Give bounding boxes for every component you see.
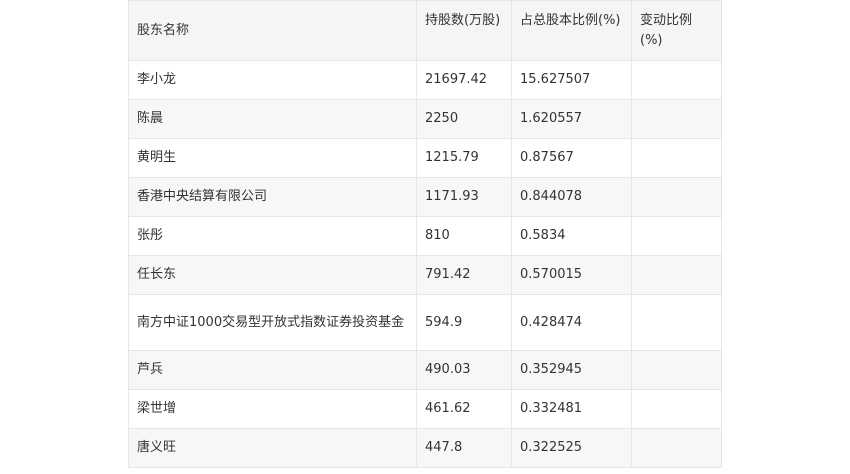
cell-shareholder-name: 张彤: [128, 216, 417, 256]
cell-shareholder-name: 黄明生: [128, 138, 417, 178]
cell-shares-held: 810: [416, 216, 512, 256]
table-row: 芦兵 490.03 0.352945: [128, 350, 722, 390]
cell-share-ratio: 0.570015: [511, 255, 632, 295]
cell-shares-held: 1171.93: [416, 177, 512, 217]
cell-share-ratio: 0.352945: [511, 350, 632, 390]
cell-share-ratio: 15.627507: [511, 60, 632, 100]
table-row: 梁世增 461.62 0.332481: [128, 389, 722, 429]
cell-change-ratio: [631, 60, 722, 100]
shareholder-table: 股东名称 持股数(万股) 占总股本比例(%) 变动比例(%) 李小龙 21697…: [128, 0, 722, 468]
cell-shareholder-name: 唐义旺: [128, 428, 417, 468]
table-row: 李小龙 21697.42 15.627507: [128, 60, 722, 100]
cell-share-ratio: 0.322525: [511, 428, 632, 468]
cell-change-ratio: [631, 389, 722, 429]
cell-shareholder-name: 梁世增: [128, 389, 417, 429]
cell-shares-held: 791.42: [416, 255, 512, 295]
cell-change-ratio: [631, 216, 722, 256]
cell-change-ratio: [631, 138, 722, 178]
table-row: 黄明生 1215.79 0.87567: [128, 138, 722, 178]
cell-change-ratio: [631, 255, 722, 295]
shareholder-table-container: 股东名称 持股数(万股) 占总股本比例(%) 变动比例(%) 李小龙 21697…: [128, 0, 722, 468]
table-header-row: 股东名称 持股数(万股) 占总股本比例(%) 变动比例(%): [128, 0, 722, 61]
cell-shares-held: 21697.42: [416, 60, 512, 100]
cell-change-ratio: [631, 177, 722, 217]
table-row: 张彤 810 0.5834: [128, 216, 722, 256]
header-shares-held: 持股数(万股): [416, 0, 512, 61]
cell-shares-held: 594.9: [416, 294, 512, 351]
header-change-ratio: 变动比例(%): [631, 0, 722, 61]
table-row: 任长东 791.42 0.570015: [128, 255, 722, 295]
cell-change-ratio: [631, 99, 722, 139]
cell-shareholder-name: 陈晨: [128, 99, 417, 139]
cell-share-ratio: 0.428474: [511, 294, 632, 351]
cell-shareholder-name: 南方中证1000交易型开放式指数证券投资基金: [128, 294, 417, 351]
cell-shareholder-name: 芦兵: [128, 350, 417, 390]
table-row: 陈晨 2250 1.620557: [128, 99, 722, 139]
header-share-ratio: 占总股本比例(%): [511, 0, 632, 61]
table-row: 南方中证1000交易型开放式指数证券投资基金 594.9 0.428474: [128, 294, 722, 351]
cell-shares-held: 1215.79: [416, 138, 512, 178]
cell-shares-held: 447.8: [416, 428, 512, 468]
cell-share-ratio: 0.87567: [511, 138, 632, 178]
cell-change-ratio: [631, 428, 722, 468]
cell-share-ratio: 0.844078: [511, 177, 632, 217]
cell-share-ratio: 0.5834: [511, 216, 632, 256]
cell-shareholder-name: 任长东: [128, 255, 417, 295]
table-row: 唐义旺 447.8 0.322525: [128, 428, 722, 468]
cell-change-ratio: [631, 350, 722, 390]
cell-shares-held: 490.03: [416, 350, 512, 390]
cell-shares-held: 2250: [416, 99, 512, 139]
table-row: 香港中央结算有限公司 1171.93 0.844078: [128, 177, 722, 217]
cell-shares-held: 461.62: [416, 389, 512, 429]
cell-change-ratio: [631, 294, 722, 351]
cell-shareholder-name: 香港中央结算有限公司: [128, 177, 417, 217]
cell-share-ratio: 0.332481: [511, 389, 632, 429]
header-shareholder-name: 股东名称: [128, 0, 417, 61]
cell-shareholder-name: 李小龙: [128, 60, 417, 100]
cell-share-ratio: 1.620557: [511, 99, 632, 139]
